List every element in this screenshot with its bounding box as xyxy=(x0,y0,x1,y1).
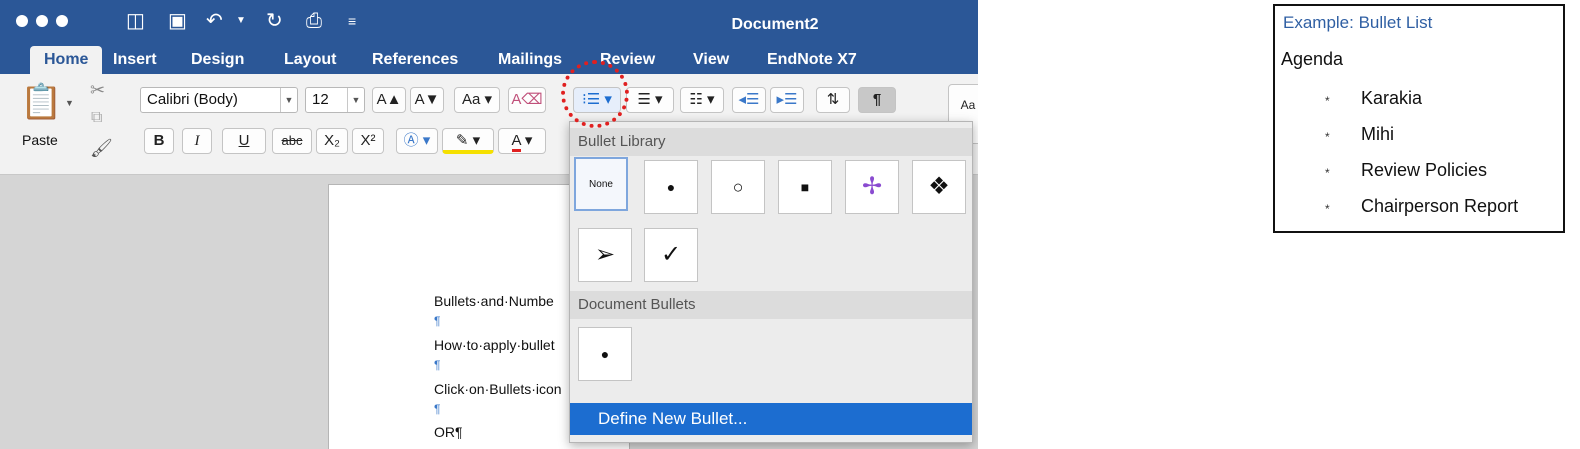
highlighter-icon: ✎ ▾ xyxy=(455,132,481,149)
tab-view[interactable]: View xyxy=(693,48,729,74)
document-bullets-header: Document Bullets xyxy=(570,291,972,319)
bullet-icon: * xyxy=(1325,202,1330,216)
bullet-option-checkmark[interactable]: ✓ xyxy=(644,228,698,282)
superscript-button[interactable]: X² xyxy=(352,128,384,154)
paragraph-mark: ¶ xyxy=(434,402,441,416)
chevron-down-icon: ▼ xyxy=(347,88,364,112)
list-item: Karakia xyxy=(1361,88,1423,108)
copy-icon[interactable]: ⧉ xyxy=(91,109,102,127)
paste-button-label[interactable]: Paste xyxy=(22,132,58,148)
paste-icon[interactable]: 📋 xyxy=(20,82,62,122)
document-line[interactable]: How·to·apply·bullet xyxy=(434,337,555,353)
numbered-list-icon: ☰ ▾ xyxy=(637,91,663,108)
bullet-library-menu: Bullet Library None ● ○ ■ ✢ ❖ ➢ ✓ Docume… xyxy=(569,121,973,443)
list-item: Review Policies xyxy=(1361,160,1488,180)
define-new-bullet-item[interactable]: Define New Bullet... xyxy=(570,403,972,435)
bullet-option-arrowhead[interactable]: ➢ xyxy=(578,228,632,282)
document-line[interactable]: Click·on·Bullets·icon xyxy=(434,381,562,397)
example-title: Example: Bullet List xyxy=(1283,13,1433,32)
tab-home[interactable]: Home xyxy=(30,46,103,74)
decrease-indent-button[interactable]: ◂☰ xyxy=(732,87,766,113)
bullet-option-none[interactable]: None xyxy=(574,157,628,211)
customize-icon[interactable]: ≡ xyxy=(348,8,356,34)
bullet-option-filled-circle[interactable]: ● xyxy=(644,160,698,214)
bullet-icon: * xyxy=(1325,166,1330,180)
document-line[interactable]: Bullets·and·Numbe xyxy=(434,293,554,309)
sort-button[interactable]: ⇅ xyxy=(816,87,850,113)
change-case-icon: Aa ▾ xyxy=(461,91,493,108)
undo-dropdown-icon[interactable]: ▼ xyxy=(236,8,246,34)
change-case-button[interactable]: Aa ▾ xyxy=(454,87,500,113)
bullet-option-star[interactable]: ✢ xyxy=(845,160,899,214)
numbering-button[interactable]: ☰ ▾ xyxy=(626,87,674,113)
word-window: ◫ ▣ ↶ ▼ ↻ ⎙ ≡ Document2 Home Insert Desi… xyxy=(0,0,978,449)
document-line[interactable]: OR¶ xyxy=(434,424,463,440)
sort-icon: ⇅ xyxy=(826,91,840,108)
list-item: Chairperson Report xyxy=(1361,196,1519,216)
close-window-button[interactable] xyxy=(16,15,28,27)
tab-endnote[interactable]: EndNote X7 xyxy=(767,48,857,74)
bullets-highlight-circle xyxy=(561,60,629,128)
undo-icon[interactable]: ↶ xyxy=(206,8,223,34)
bullet-list-example: Example: Bullet List Agenda * Karakia * … xyxy=(1273,4,1565,233)
eraser-icon: A⌫ xyxy=(511,91,543,108)
tab-references[interactable]: References xyxy=(372,48,458,74)
highlight-color-button[interactable]: ✎ ▾ xyxy=(442,128,494,154)
increase-indent-button[interactable]: ▸☰ xyxy=(770,87,804,113)
chevron-down-icon: ▼ xyxy=(280,88,297,112)
tab-design[interactable]: Design xyxy=(191,48,244,74)
strikethrough-button[interactable]: abc xyxy=(272,128,312,154)
save-icon[interactable]: ▣ xyxy=(168,8,187,34)
font-size-select[interactable]: 12 ▼ xyxy=(305,87,365,113)
zoom-window-button[interactable] xyxy=(56,15,68,27)
increase-indent-icon: ▸☰ xyxy=(776,91,798,108)
underline-button[interactable]: U xyxy=(222,128,266,154)
multilevel-list-icon: ☷ ▾ xyxy=(689,91,715,108)
format-painter-icon[interactable]: 🖌 xyxy=(90,138,113,159)
tab-mailings[interactable]: Mailings xyxy=(498,48,562,74)
example-heading: Agenda xyxy=(1281,49,1344,69)
multilevel-list-button[interactable]: ☷ ▾ xyxy=(680,87,724,113)
grow-font-button[interactable]: A▲ xyxy=(372,87,406,113)
sidebar-icon[interactable]: ◫ xyxy=(126,8,145,34)
italic-button[interactable]: I xyxy=(182,128,212,154)
document-title: Document2 xyxy=(731,16,819,33)
paste-dropdown-icon[interactable]: ▼ xyxy=(65,98,74,108)
bullet-icon: * xyxy=(1325,130,1330,144)
pilcrow-icon: ¶ xyxy=(872,91,882,108)
tab-insert[interactable]: Insert xyxy=(113,48,157,74)
list-item: Mihi xyxy=(1361,124,1395,144)
font-color-button[interactable]: A ▾ xyxy=(498,128,546,154)
paragraph-mark: ¶ xyxy=(434,314,441,328)
font-color-icon: A xyxy=(511,132,521,152)
bullet-icon: * xyxy=(1325,94,1330,108)
font-size-value: 12 xyxy=(312,91,329,108)
bold-button[interactable]: B xyxy=(144,128,174,154)
shrink-font-button[interactable]: A▼ xyxy=(410,87,444,113)
redo-icon[interactable]: ↻ xyxy=(266,8,283,34)
text-effects-button[interactable]: Ⓐ ▾ xyxy=(396,128,438,154)
print-icon[interactable]: ⎙ xyxy=(306,8,322,34)
document-bullet-filled-circle[interactable]: ● xyxy=(578,327,632,381)
bullet-library-header: Bullet Library xyxy=(570,128,972,156)
text-effects-icon: Ⓐ ▾ xyxy=(403,132,431,149)
show-formatting-button[interactable]: ¶ xyxy=(858,87,896,113)
minimize-window-button[interactable] xyxy=(36,15,48,27)
bullet-option-hollow-circle[interactable]: ○ xyxy=(711,160,765,214)
subscript-button[interactable]: X₂ xyxy=(316,128,348,154)
font-name-select[interactable]: Calibri (Body) ▼ xyxy=(140,87,298,113)
cut-icon[interactable]: ✂ xyxy=(90,80,105,101)
clear-formatting-button[interactable]: A⌫ xyxy=(508,87,546,113)
bullet-option-square[interactable]: ■ xyxy=(778,160,832,214)
decrease-indent-icon: ◂☰ xyxy=(738,91,760,108)
font-name-value: Calibri (Body) xyxy=(147,91,238,108)
tab-layout[interactable]: Layout xyxy=(284,48,336,74)
title-bar: ◫ ▣ ↶ ▼ ↻ ⎙ ≡ Document2 Home Insert Desi… xyxy=(0,0,978,74)
bullet-option-diamond[interactable]: ❖ xyxy=(912,160,966,214)
paragraph-mark: ¶ xyxy=(434,358,441,372)
